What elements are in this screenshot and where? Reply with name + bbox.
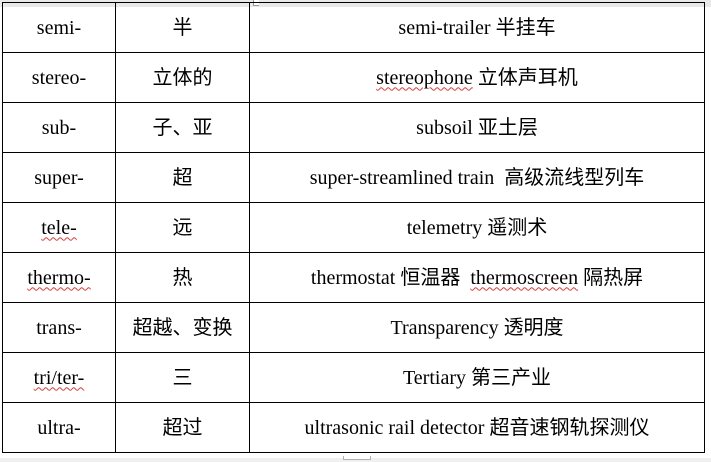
example-cell[interactable]: ultrasonic rail detector 超音速钢轨探测仪 — [249, 402, 705, 453]
prefix-cell[interactable]: super- — [2, 152, 116, 203]
meaning-cell[interactable]: 半 — [115, 2, 250, 53]
prefix-cell[interactable]: tele- — [2, 202, 116, 253]
example-word: thermostat — [310, 266, 396, 289]
table-row: trans- 超越、变换 Transparency 透明度 — [2, 302, 705, 353]
example-cell[interactable]: super-streamlined train 高级流线型列车 — [249, 152, 705, 203]
example-cell[interactable]: thermostat 恒温器 thermoscreen 隔热屏 — [249, 252, 705, 303]
table-row: thermo- 热 thermostat 恒温器 thermoscreen 隔热… — [2, 252, 705, 303]
prefix-cell[interactable]: semi- — [2, 2, 116, 53]
example-cell[interactable]: subsoil 亚土层 — [249, 102, 705, 153]
example-cell[interactable]: telemetry 遥测术 — [249, 202, 705, 253]
example-cell[interactable]: semi-trailer 半挂车 — [249, 2, 705, 53]
prefix-cell[interactable]: trans- — [2, 302, 116, 353]
example-gloss-2: 隔热屏 — [578, 266, 644, 289]
meaning-cell[interactable]: 热 — [115, 252, 250, 303]
example-cell[interactable]: Transparency 透明度 — [249, 302, 705, 353]
example-cell[interactable]: Tertiary 第三产业 — [249, 352, 705, 403]
prefix-text: thermo- — [27, 266, 91, 289]
table-row: sub- 子、亚 subsoil 亚土层 — [2, 102, 705, 153]
table-row: semi- 半 semi-trailer 半挂车 — [2, 2, 705, 53]
prefix-cell[interactable]: sub- — [2, 102, 116, 153]
prefix-cell[interactable]: stereo- — [2, 52, 116, 103]
table-row: tele- 远 telemetry 遥测术 — [2, 202, 705, 253]
meaning-cell[interactable]: 子、亚 — [115, 102, 250, 153]
prefix-cell[interactable]: thermo- — [2, 252, 116, 303]
meaning-cell[interactable]: 超 — [115, 152, 250, 203]
meaning-cell[interactable]: 立体的 — [115, 52, 250, 103]
meaning-cell[interactable]: 远 — [115, 202, 250, 253]
prefix-cell[interactable]: ultra- — [2, 402, 116, 453]
prefix-cell[interactable]: tri/ter- — [2, 352, 116, 403]
prefix-text: tele- — [41, 216, 77, 239]
table-row: tri/ter- 三 Tertiary 第三产业 — [2, 352, 705, 403]
meaning-cell[interactable]: 三 — [115, 352, 250, 403]
prefix-text: tri/ter- — [33, 366, 85, 389]
table-row: stereo- 立体的 stereophone 立体声耳机 — [2, 52, 705, 103]
table-resize-handle[interactable] — [343, 456, 371, 460]
table-row: ultra- 超过 ultrasonic rail detector 超音速钢轨… — [2, 402, 705, 453]
example-gloss: 恒温器 — [395, 266, 471, 289]
example-gloss: 立体声耳机 — [472, 66, 578, 89]
example-cell[interactable]: stereophone 立体声耳机 — [249, 52, 705, 103]
example-word: stereophone — [376, 66, 473, 89]
table-row: super- 超 super-streamlined train 高级流线型列车 — [2, 152, 705, 203]
meaning-cell[interactable]: 超越、变换 — [115, 302, 250, 353]
meaning-cell[interactable]: 超过 — [115, 402, 250, 453]
affix-table: semi- 半 semi-trailer 半挂车 stereo- 立体的 ste… — [2, 2, 705, 453]
example-word-2: thermoscreen — [470, 266, 579, 289]
